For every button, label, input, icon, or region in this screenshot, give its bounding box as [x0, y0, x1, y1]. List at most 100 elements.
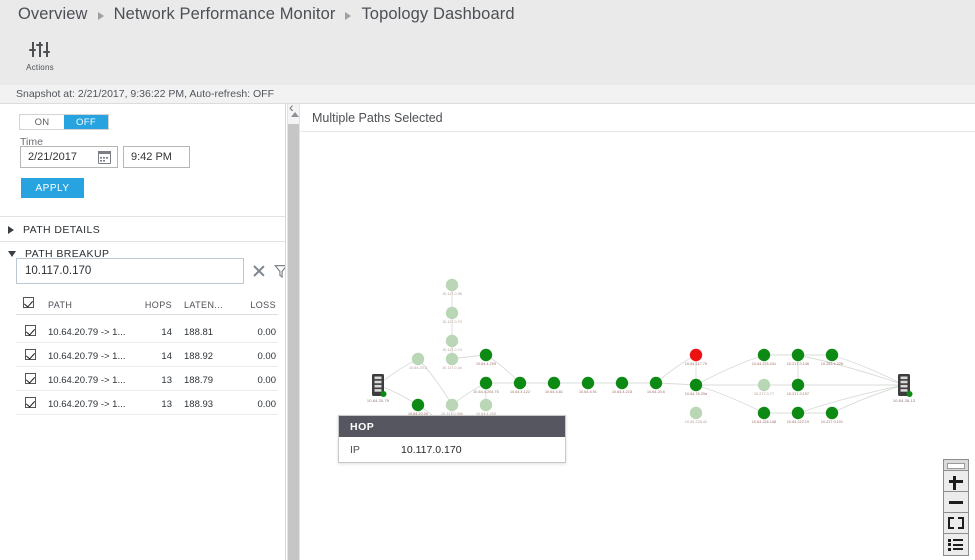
legend-list-icon[interactable]	[944, 534, 968, 555]
column-header-loss[interactable]: LOSS	[248, 300, 276, 310]
row-hops: 13	[161, 399, 172, 410]
search-row: 10.117.0.170	[16, 258, 285, 284]
topology-node[interactable]	[615, 376, 629, 390]
hop-tooltip-header: HOP	[339, 416, 565, 437]
topology-node[interactable]	[411, 352, 425, 366]
topology-node[interactable]	[479, 376, 493, 390]
topology-edge	[695, 384, 765, 414]
topology-edge	[831, 384, 905, 414]
collapse-panel-chevron-left-icon[interactable]: ‹	[289, 100, 294, 114]
select-all-checkbox[interactable]	[23, 297, 34, 310]
topology-node[interactable]	[689, 348, 703, 362]
row-checkbox[interactable]	[25, 349, 36, 363]
row-latency: 188.81	[184, 327, 214, 338]
row-hops: 14	[161, 351, 172, 362]
topology-node[interactable]	[791, 348, 805, 362]
hop-tooltip-key: IP	[350, 443, 360, 456]
column-header-path[interactable]: PATH	[48, 300, 72, 310]
breadcrumb-bar: Overview Network Performance Monitor Top…	[0, 0, 975, 33]
breadcrumb: Overview Network Performance Monitor Top…	[18, 5, 515, 24]
column-header-hops[interactable]: HOPS	[144, 300, 172, 310]
row-loss: 0.00	[257, 327, 277, 338]
topology-edge	[655, 354, 697, 384]
topology-server-node[interactable]	[372, 374, 387, 397]
row-latency: 188.93	[184, 399, 214, 410]
topology-node[interactable]	[479, 348, 493, 362]
table-row[interactable]: 10.64.20.79 -> 1... 13 188.79 0.00	[16, 367, 278, 391]
left-panel-scrollbar-thumb[interactable]	[288, 124, 299, 560]
topology-node[interactable]	[581, 376, 595, 390]
topology-node[interactable]	[649, 376, 663, 390]
table-row[interactable]: 10.64.20.79 -> 1... 14 188.81 0.00	[16, 319, 278, 343]
topology-dashboard-page: Overview Network Performance Monitor Top…	[0, 0, 975, 560]
topology-server-node[interactable]	[898, 374, 913, 397]
topology-node[interactable]	[445, 398, 459, 412]
path-details-label: PATH DETAILS	[23, 223, 101, 236]
row-latency: 188.79	[184, 375, 214, 386]
auto-refresh-off-segment[interactable]: OFF	[64, 115, 108, 129]
actions-button[interactable]: Actions	[19, 37, 61, 81]
actions-button-label: Actions	[26, 63, 54, 72]
path-details-accordion[interactable]: PATH DETAILS	[0, 218, 285, 241]
zoom-in-plus-icon[interactable]	[944, 471, 968, 492]
search-input[interactable]: 10.117.0.170	[16, 258, 244, 284]
topology-node[interactable]	[445, 352, 459, 366]
row-loss: 0.00	[257, 351, 277, 362]
topology-node[interactable]	[445, 334, 459, 348]
table-row[interactable]: 10.64.20.79 -> 1... 14 188.92 0.00	[16, 343, 278, 367]
date-input[interactable]: 2/21/2017	[20, 146, 118, 168]
topology-panel: Multiple Paths Selected 10.117.0.98 10.11…	[300, 104, 975, 560]
breadcrumb-item-topology-dashboard[interactable]: Topology Dashboard	[361, 5, 514, 24]
left-control-panel: ON OFF Time 2/21/2017 9:42 PM APPLY PATH…	[0, 104, 286, 560]
topology-node[interactable]	[445, 306, 459, 320]
topology-node[interactable]	[479, 398, 493, 412]
topology-edge	[831, 354, 905, 386]
chevron-down-icon	[8, 250, 16, 257]
path-table-header: PATH HOPS LATEN... LOSS	[16, 293, 278, 315]
row-checkbox[interactable]	[25, 325, 36, 339]
breadcrumb-item-network-performance-monitor[interactable]: Network Performance Monitor	[114, 5, 336, 24]
topology-node[interactable]	[825, 406, 839, 420]
topology-node[interactable]	[791, 378, 805, 392]
time-input[interactable]: 9:42 PM	[123, 146, 190, 168]
topology-node[interactable]	[757, 348, 771, 362]
apply-button[interactable]: APPLY	[21, 178, 84, 198]
snapshot-text: Snapshot at: 2/21/2017, 9:36:22 PM, Auto…	[16, 88, 274, 100]
topology-node[interactable]	[791, 406, 805, 420]
breadcrumb-item-overview[interactable]: Overview	[18, 5, 88, 24]
auto-refresh-toggle[interactable]: ON OFF	[19, 114, 109, 130]
left-panel-scroll-content: ON OFF Time 2/21/2017 9:42 PM APPLY PATH…	[0, 104, 285, 560]
topology-node[interactable]	[445, 278, 459, 292]
table-row[interactable]: 10.64.20.79 -> 1... 13 188.93 0.00	[16, 391, 278, 415]
filter-funnel-icon[interactable]	[272, 262, 285, 280]
zoom-slider[interactable]	[944, 460, 968, 471]
topology-node[interactable]	[689, 378, 703, 392]
topology-node[interactable]	[757, 378, 771, 392]
row-path: 10.64.20.79 -> 1...	[48, 375, 126, 386]
hop-tooltip-value: 10.117.0.170	[401, 443, 462, 456]
fit-to-screen-expand-icon[interactable]	[944, 513, 968, 534]
zoom-out-minus-icon[interactable]	[944, 492, 968, 513]
row-path: 10.64.20.79 -> 1...	[48, 351, 126, 362]
page-title: Multiple Paths Selected	[312, 111, 443, 125]
topology-graph-canvas[interactable]: 10.117.0.98 10.117.0.70 10.117.0.74 10.64.2…	[300, 133, 975, 560]
sliders-icon	[28, 40, 52, 62]
topology-node[interactable]	[513, 376, 527, 390]
row-path: 10.64.20.79 -> 1...	[48, 399, 126, 410]
topology-node[interactable]	[757, 406, 771, 420]
column-header-latency[interactable]: LATEN...	[184, 300, 223, 310]
breadcrumb-separator-icon	[345, 11, 352, 20]
zoom-controls	[943, 459, 969, 556]
topology-node[interactable]	[689, 406, 703, 420]
topology-node[interactable]	[825, 348, 839, 362]
row-checkbox[interactable]	[25, 373, 36, 387]
topology-graph-svg	[372, 278, 913, 440]
row-path: 10.64.20.79 -> 1...	[48, 327, 126, 338]
topology-node[interactable]	[411, 398, 425, 412]
topology-node[interactable]	[547, 376, 561, 390]
auto-refresh-on-segment[interactable]: ON	[20, 115, 64, 129]
row-loss: 0.00	[257, 399, 277, 410]
clear-search-icon[interactable]	[250, 262, 268, 280]
row-checkbox[interactable]	[25, 397, 36, 411]
calendar-icon[interactable]	[97, 150, 112, 164]
